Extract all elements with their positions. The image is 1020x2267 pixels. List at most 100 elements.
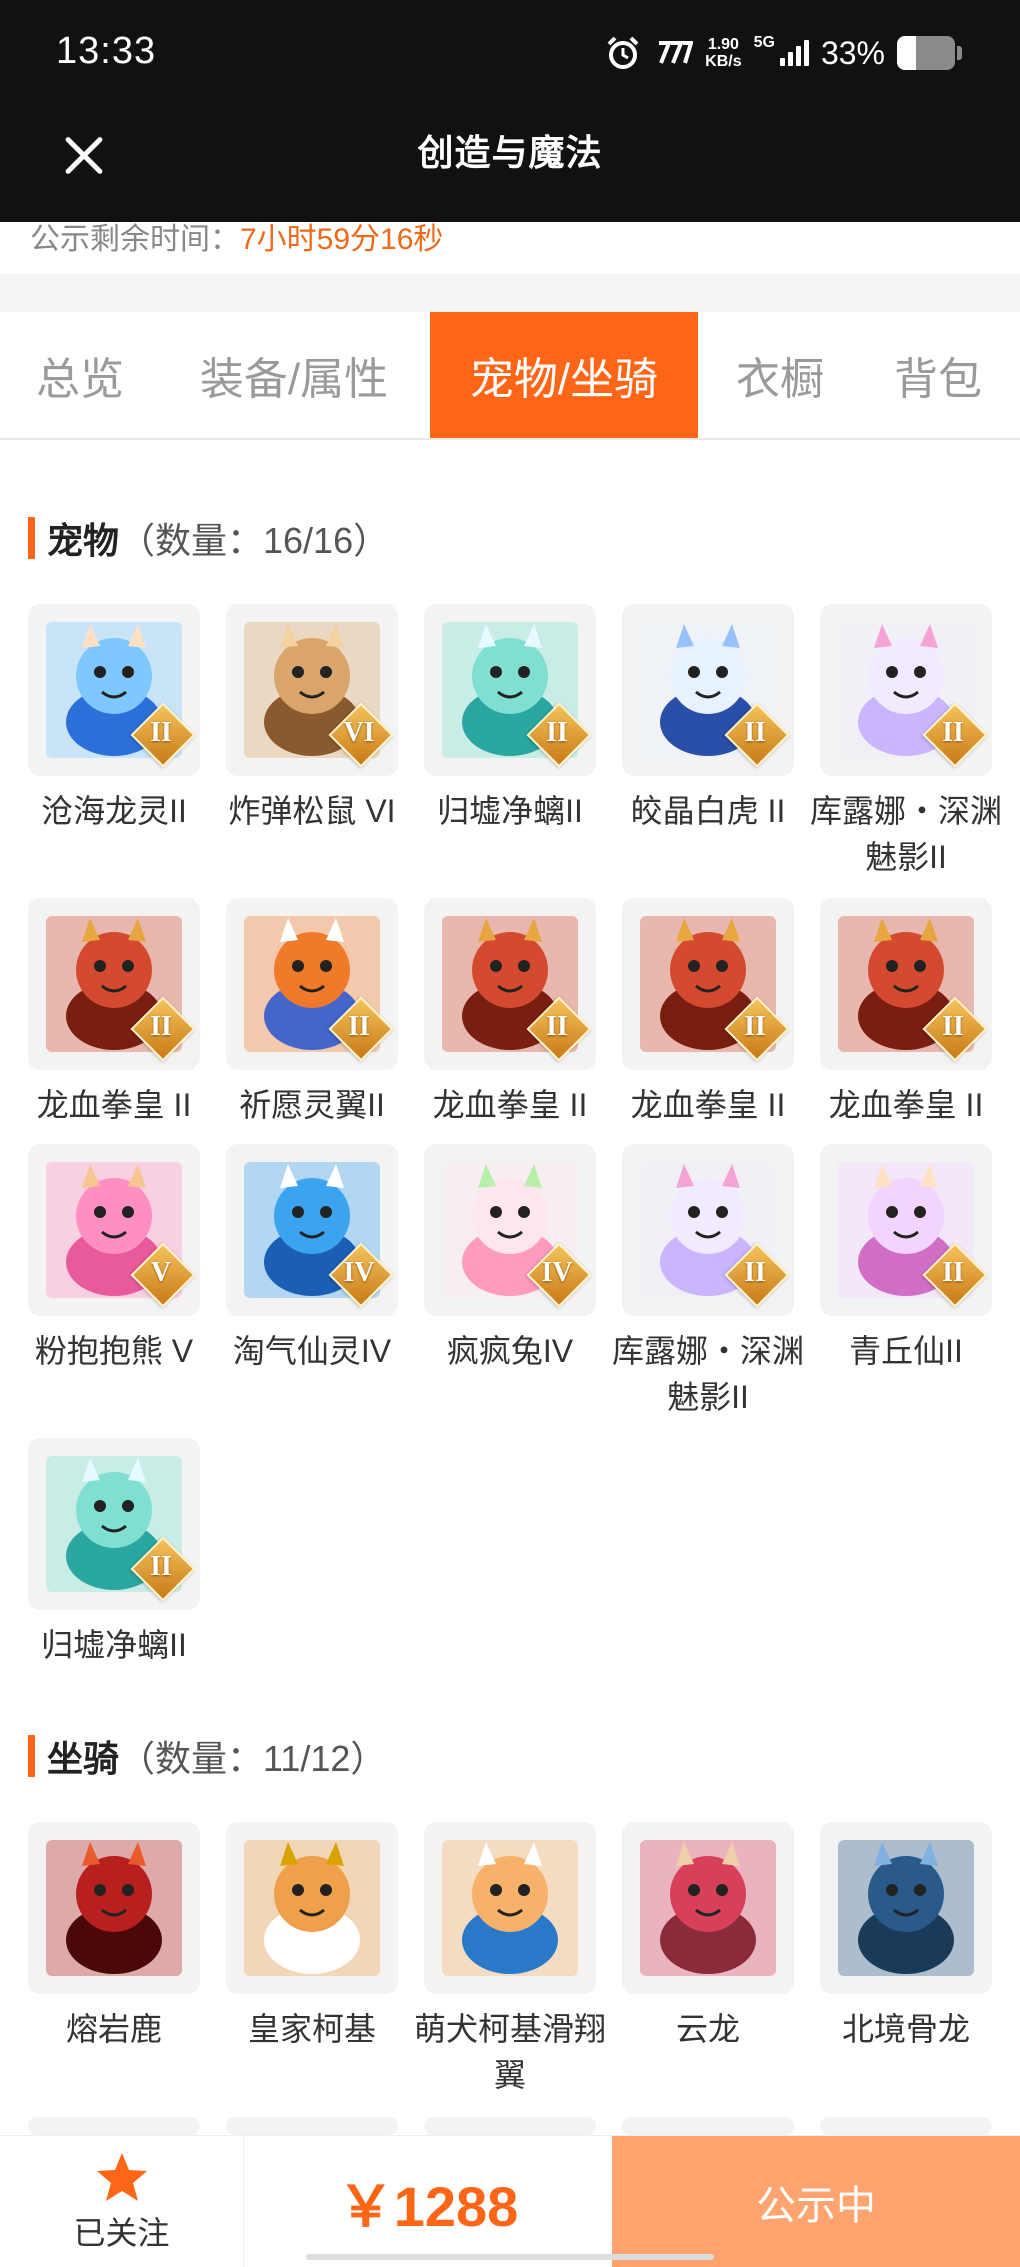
rank-badge-label: II (744, 717, 766, 748)
mount-item[interactable]: 熔岩鹿 (24, 1822, 204, 2052)
pet-name: 沧海龙灵II (41, 793, 187, 829)
rank-badge-label: II (150, 717, 172, 748)
mounts-count: （数量：11/12） (119, 1738, 387, 1779)
rank-badge: II (726, 704, 784, 762)
pet-name: 淘气仙灵IV (232, 1333, 392, 1369)
pet-name: 粉抱抱熊 V (34, 1333, 194, 1369)
status-bar: 13:33 1.90 KB/s 5G 33% (0, 0, 1020, 110)
rank-badge-label: II (150, 1011, 172, 1042)
pet-item[interactable]: V 粉抱抱熊 V (24, 1144, 204, 1374)
network-speed-value: 1.90 (707, 36, 739, 53)
pet-name: 皎晶白虎 II (630, 793, 786, 829)
rank-badge-label: II (744, 1257, 766, 1288)
rank-badge-label: II (942, 1011, 964, 1042)
rank-badge: II (924, 998, 982, 1056)
pet-item[interactable]: II 祈愿灵翼II (222, 898, 402, 1128)
tab-equipment[interactable]: 装备/属性 (174, 312, 414, 438)
pet-image: II (226, 898, 398, 1070)
pet-item[interactable]: II 归墟净螭II (420, 604, 600, 834)
carrier-logo-icon (659, 41, 694, 64)
rank-badge: II (924, 1244, 982, 1302)
mount-image (820, 1822, 992, 1994)
battery-percent: 33% (820, 34, 885, 71)
rank-badge: II (132, 1538, 190, 1596)
pet-name: 祈愿灵翼II (239, 1087, 385, 1123)
pet-item[interactable]: VI 炸弹松鼠 VI (222, 604, 402, 834)
tab-backpack[interactable]: 背包 (868, 312, 1008, 438)
pet-item[interactable]: II 皎晶白虎 II (618, 604, 798, 834)
pet-item[interactable]: II 库露娜・深渊魅影II (612, 1144, 804, 1420)
pets-count: （数量：16/16） (119, 520, 390, 561)
publicity-status-button[interactable]: 公示中 (612, 2136, 1020, 2267)
rank-badge: II (528, 704, 586, 762)
pet-image: II (424, 898, 596, 1070)
rank-badge: II (132, 704, 190, 762)
pet-item[interactable]: II 库露娜・深渊魅影II (810, 604, 1002, 880)
mount-image (820, 2117, 992, 2135)
tab-wardrobe[interactable]: 衣橱 (712, 312, 848, 438)
rank-badge-label: II (348, 1011, 370, 1042)
pet-item[interactable]: II 龙血拳皇 II (24, 898, 204, 1128)
mount-image (226, 1822, 398, 1994)
tab-overview[interactable]: 总览 (0, 312, 160, 438)
follow-button[interactable]: 已关注 (0, 2136, 244, 2267)
pets-section-title: 宠物 （数量：16/16） (28, 512, 389, 564)
mount-item[interactable]: 皇家柯基 (222, 1822, 402, 2052)
mount-name: 北境骨龙 (841, 2011, 970, 2047)
nav-bar: 创造与魔法 (0, 110, 1020, 222)
pet-image: II (424, 604, 596, 776)
pet-item[interactable]: II 龙血拳皇 II (816, 898, 996, 1128)
alarm-icon (607, 36, 639, 69)
pet-image: IV (424, 1144, 596, 1316)
mount-item[interactable]: 萌犬柯基滑翔翼 (414, 1822, 606, 2098)
mount-image (622, 1822, 794, 1994)
rank-badge-label: V (150, 1257, 172, 1288)
network-speed: 1.90 KB/s (705, 36, 741, 70)
pet-name: 归墟净螭II (437, 793, 583, 829)
tab-pets-mounts[interactable]: 宠物/坐骑 (430, 312, 698, 438)
mount-name: 云龙 (675, 2011, 740, 2047)
pet-item[interactable]: II 龙血拳皇 II (618, 898, 798, 1128)
rank-badge-label: VI (343, 717, 375, 748)
rank-badge-label: II (744, 1011, 766, 1042)
network-speed-unit: KB/s (705, 53, 742, 70)
pet-image: II (622, 1144, 794, 1316)
mount-image (424, 2117, 596, 2135)
pet-image: IV (226, 1144, 398, 1316)
bottom-action-bar: 已关注 ￥1288 公示中 (0, 2135, 1020, 2267)
mount-name: 熔岩鹿 (65, 2011, 162, 2047)
pet-image: II (28, 1438, 200, 1610)
signal-icon: 5G (754, 34, 809, 66)
pet-image: VI (226, 604, 398, 776)
rank-badge-label: II (546, 717, 568, 748)
pet-item[interactable]: IV 疯疯兔IV (420, 1144, 600, 1374)
rank-badge-label: IV (541, 1257, 573, 1288)
star-icon (96, 2153, 147, 2201)
pet-image: II (622, 898, 794, 1070)
pet-name: 龙血拳皇 II (828, 1087, 984, 1123)
mounts-section-title: 坐骑 （数量：11/12） (28, 1730, 386, 1782)
pet-item[interactable]: II 沧海龙灵II (24, 604, 204, 834)
follow-label: 已关注 (73, 2215, 170, 2251)
pet-item[interactable]: IV 淘气仙灵IV (222, 1144, 402, 1374)
pet-name: 炸弹松鼠 VI (228, 793, 396, 829)
pet-image: II (820, 1144, 992, 1316)
battery-icon (897, 36, 955, 70)
pet-image: II (28, 898, 200, 1070)
pet-item[interactable]: II 龙血拳皇 II (420, 898, 600, 1128)
mount-item[interactable]: 北境骨龙 (816, 1822, 996, 2052)
pet-name: 归墟净螭II (41, 1627, 187, 1663)
pet-item[interactable]: II 归墟净螭II (24, 1438, 204, 1668)
mount-image (622, 2117, 794, 2135)
pet-image: II (820, 898, 992, 1070)
rank-badge: II (726, 998, 784, 1056)
countdown-value: 7小时59分16秒 (240, 223, 444, 256)
mount-item[interactable]: 云龙 (618, 1822, 798, 2052)
pet-name: 库露娜・深渊魅影II (611, 1333, 804, 1415)
page-title: 创造与魔法 (417, 132, 603, 173)
rank-badge: IV (528, 1244, 586, 1302)
home-indicator (306, 2254, 714, 2260)
mount-image (28, 2117, 200, 2135)
pet-item[interactable]: II 青丘仙II (816, 1144, 996, 1374)
pet-name: 龙血拳皇 II (432, 1087, 588, 1123)
